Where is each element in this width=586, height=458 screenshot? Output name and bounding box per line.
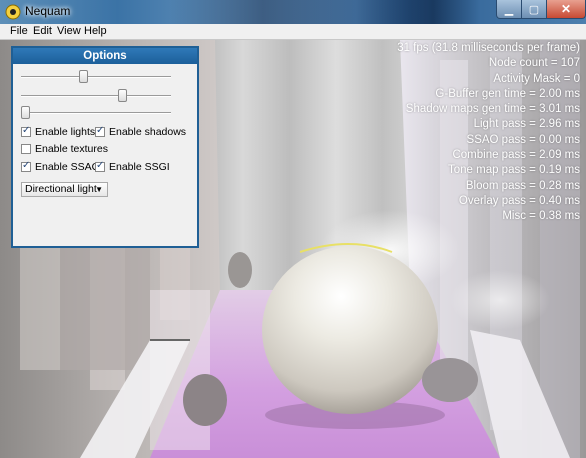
minimize-button[interactable]: ▁ xyxy=(496,0,522,19)
enable-shadows-label: Enable shadows xyxy=(109,126,187,138)
checkbox-box[interactable] xyxy=(95,160,105,172)
slider-track xyxy=(21,112,171,114)
enable-ssao-label: Enable SSAO xyxy=(35,161,100,173)
slider-track xyxy=(21,76,171,78)
enable-textures-label: Enable textures xyxy=(35,143,108,155)
stat-line-fps: 31 fps (31.8 milliseconds per frame) xyxy=(397,42,580,54)
stat-line-misc: Misc = 0.38 ms xyxy=(502,210,580,223)
close-icon: ✕ xyxy=(560,2,572,16)
stat-line-gbuffer: G-Buffer gen time = 2.00 ms xyxy=(435,87,580,100)
stat-line-overlay-pass: Overlay pass = 0.40 ms xyxy=(458,194,580,207)
menu-edit[interactable]: Edit xyxy=(33,25,52,37)
window-title: Nequam xyxy=(25,4,71,18)
close-button[interactable]: ✕ xyxy=(546,0,586,19)
slider-1[interactable] xyxy=(21,70,171,83)
menu-view[interactable]: View xyxy=(57,25,81,37)
maximize-icon: ▢ xyxy=(528,3,540,16)
stat-line-activity-mask: Activity Mask = 0 xyxy=(493,72,580,85)
title-bar: Nequam ▁ ▢ ✕ xyxy=(0,0,586,24)
stat-line-combine-pass: Combine pass = 2.09 ms xyxy=(452,149,580,162)
menu-help[interactable]: Help xyxy=(84,25,107,37)
enable-shadows-checkbox[interactable]: Enable shadows xyxy=(95,125,187,138)
app-icon xyxy=(5,4,21,20)
slider-3[interactable] xyxy=(21,106,171,119)
slider-thumb[interactable] xyxy=(118,89,128,102)
stat-line-bloom-pass: Bloom pass = 0.28 ms xyxy=(465,179,580,192)
enable-textures-checkbox[interactable]: Enable textures xyxy=(21,143,108,155)
checkbox-box[interactable] xyxy=(21,144,31,154)
options-panel: Options Enable lights Enable shadows Ena… xyxy=(11,46,199,248)
enable-ssao-checkbox[interactable]: Enable SSAO xyxy=(21,160,100,173)
enable-lights-label: Enable lights xyxy=(35,126,96,138)
options-panel-title: Options xyxy=(13,48,197,64)
menu-bar: File Edit View Help xyxy=(0,24,586,40)
checkbox-box[interactable] xyxy=(95,125,105,137)
checkbox-box[interactable] xyxy=(21,125,31,137)
menu-file[interactable]: File xyxy=(10,25,28,37)
slider-thumb[interactable] xyxy=(21,106,30,119)
stat-line-node-count: Node count = 107 xyxy=(488,57,580,70)
enable-lights-checkbox[interactable]: Enable lights xyxy=(21,125,96,138)
performance-stats: 31 fps (31.8 milliseconds per frame) Nod… xyxy=(397,41,580,225)
taskbar-thumbnails-strip xyxy=(170,0,480,24)
stat-line-shadow-maps: Shadow maps gen time = 3.01 ms xyxy=(405,103,580,116)
minimize-icon: ▁ xyxy=(504,3,514,16)
stat-line-tone-map-pass: Tone map pass = 0.19 ms xyxy=(447,164,580,177)
chevron-down-icon: ▼ xyxy=(95,185,103,194)
enable-ssgi-checkbox[interactable]: Enable SSGI xyxy=(95,160,170,173)
slider-track xyxy=(21,95,171,97)
checkbox-box[interactable] xyxy=(21,160,31,172)
light-type-value: Directional light xyxy=(25,183,97,195)
slider-thumb[interactable] xyxy=(78,70,88,83)
slider-2[interactable] xyxy=(21,89,171,102)
maximize-button[interactable]: ▢ xyxy=(521,0,547,19)
stat-line-ssao-pass: SSAO pass = 0.00 ms xyxy=(466,133,580,146)
stat-line-light-pass: Light pass = 2.96 ms xyxy=(473,118,580,131)
light-type-select[interactable]: Directional light ▼ xyxy=(21,182,108,197)
enable-ssgi-label: Enable SSGI xyxy=(109,161,170,173)
